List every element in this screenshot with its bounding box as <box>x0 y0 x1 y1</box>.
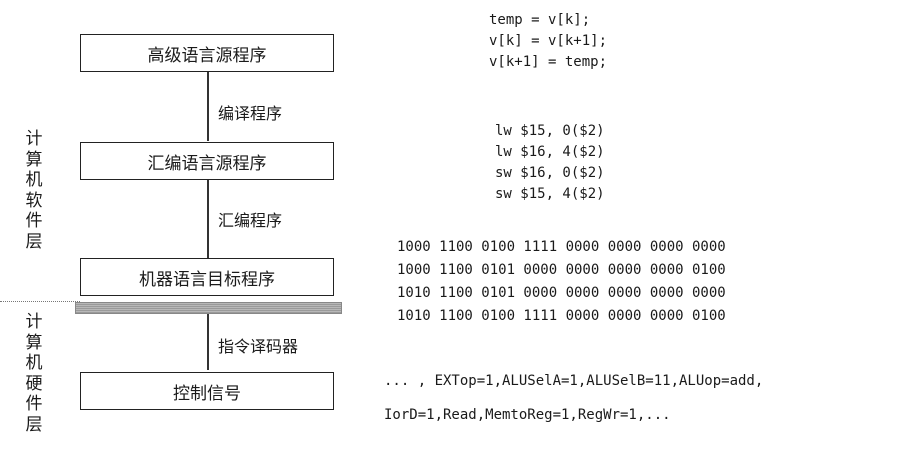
hardware-layer-char: 硬 <box>25 373 43 394</box>
hardware-layer-label: 计 算 机 硬 件 层 <box>22 312 46 435</box>
software-layer-char: 层 <box>25 231 43 252</box>
code-line: 1000 1100 0100 1111 0000 0000 0000 0000 <box>397 239 726 255</box>
connector-line <box>207 180 209 258</box>
connector-line <box>207 314 209 370</box>
software-layer-char: 计 <box>25 129 43 149</box>
hardware-layer-char: 算 <box>25 332 43 353</box>
code-line: lw $16, 4($2) <box>495 144 605 160</box>
control-signal-box: 控制信号 <box>80 372 334 410</box>
software-layer-char: 软 <box>25 190 43 211</box>
hardware-boundary-bar <box>75 302 342 314</box>
machine-code: 1000 1100 0100 1111 0000 0000 0000 0000 1… <box>397 236 726 328</box>
control-signals: ... , EXTop=1,ALUSelA=1,ALUSelB=11,ALUop… <box>384 364 763 432</box>
hardware-layer-char: 层 <box>25 414 43 435</box>
software-layer-label: 计 算 机 软 件 层 <box>22 129 46 252</box>
code-line: ... , EXTop=1,ALUSelA=1,ALUSelB=11,ALUop… <box>384 373 764 389</box>
assembly-source-box: 汇编语言源程序 <box>80 142 334 180</box>
code-line: sw $15, 4($2) <box>495 186 605 202</box>
assembly-code: lw $15, 0($2) lw $16, 4($2) sw $16, 0($2) s… <box>495 121 605 205</box>
hardware-layer-char: 机 <box>25 353 43 373</box>
assembler-label: 汇编程序 <box>218 211 283 230</box>
compiler-label: 编译程序 <box>218 104 283 123</box>
layer-separator <box>0 301 80 302</box>
machine-target-box: 机器语言目标程序 <box>80 258 334 296</box>
software-layer-char: 机 <box>25 170 43 190</box>
code-line: temp = v[k]; <box>489 12 591 28</box>
hardware-layer-char: 计 <box>25 312 43 332</box>
code-line: v[k+1] = temp; <box>489 54 608 70</box>
hardware-layer-char: 件 <box>25 394 43 414</box>
connector-line <box>207 72 209 141</box>
high-level-code: temp = v[k]; v[k] = v[k+1]; v[k+1] = temp; <box>489 10 607 73</box>
code-line: 1000 1100 0101 0000 0000 0000 0000 0100 <box>397 262 726 278</box>
code-line: sw $16, 0($2) <box>495 165 605 181</box>
code-line: v[k] = v[k+1]; <box>489 33 608 49</box>
code-line: lw $15, 0($2) <box>495 123 605 139</box>
code-line: 1010 1100 0100 1111 0000 0000 0000 0100 <box>397 308 726 324</box>
software-layer-char: 算 <box>25 149 43 170</box>
software-layer-char: 件 <box>25 211 43 231</box>
code-line: IorD=1,Read,MemtoReg=1,RegWr=1,... <box>384 407 671 423</box>
code-line: 1010 1100 0101 0000 0000 0000 0000 0000 <box>397 285 726 301</box>
decoder-label: 指令译码器 <box>218 337 299 356</box>
high-level-source-box: 高级语言源程序 <box>80 34 334 72</box>
